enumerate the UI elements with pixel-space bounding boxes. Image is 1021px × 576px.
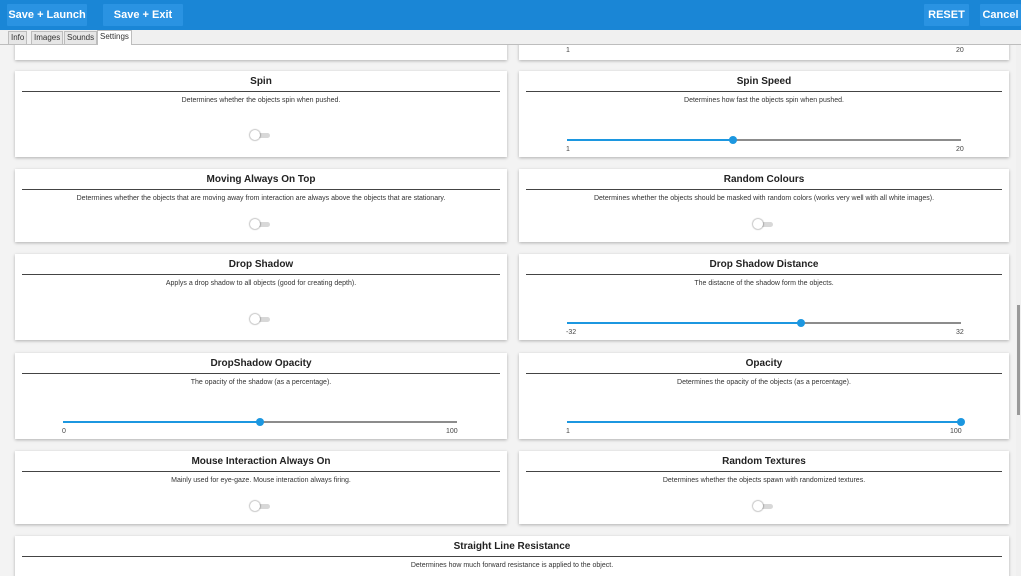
card-description: Determines whether the objects spin when…: [181, 97, 341, 104]
divider: [22, 91, 500, 92]
divider: [526, 91, 1002, 92]
partial-card-right: 1 20: [519, 45, 1009, 60]
slider-max-label: 20: [956, 146, 964, 153]
toggle-knob: [250, 501, 260, 511]
top-toolbar: Save + Launch Save + Exit RESET Cancel: [0, 0, 1021, 30]
drop-shadow-toggle[interactable]: [250, 314, 271, 324]
toggle-knob: [250, 130, 260, 140]
card-spin-speed: Spin Speed Determines how fast the objec…: [519, 71, 1009, 157]
slider-max-label: 20: [956, 47, 964, 54]
slider-thumb[interactable]: [728, 136, 737, 144]
toggle-knob: [753, 219, 763, 229]
slider-fill: [567, 139, 733, 141]
opacity-slider[interactable]: [567, 417, 965, 427]
settings-scroll-area: 1 20 Spin Determines whether the objects…: [0, 45, 1016, 576]
random-colours-toggle[interactable]: [753, 219, 774, 229]
divider: [22, 189, 500, 190]
card-title: Straight Line Resistance: [453, 541, 571, 552]
spin-speed-slider[interactable]: [567, 135, 961, 145]
slider-min-label: -32: [566, 329, 577, 336]
card-title: Opacity: [745, 358, 783, 369]
card-random-colours: Random Colours Determines whether the ob…: [519, 169, 1009, 242]
save-exit-button[interactable]: Save + Exit: [103, 4, 183, 26]
card-spin: Spin Determines whether the objects spin…: [15, 71, 507, 157]
divider: [22, 274, 500, 275]
card-opacity: Opacity Determines the opacity of the ob…: [519, 353, 1009, 439]
slider-max-label: 100: [446, 428, 458, 435]
card-title: Drop Shadow Distance: [709, 259, 819, 270]
toggle-knob: [250, 219, 260, 229]
save-launch-button[interactable]: Save + Launch: [7, 4, 87, 26]
card-moving-always-on-top: Moving Always On Top Determines whether …: [15, 169, 507, 242]
card-description: Mainly used for eye-gaze. Mouse interact…: [171, 477, 351, 484]
card-title: Moving Always On Top: [206, 174, 316, 185]
slider-thumb[interactable]: [256, 418, 264, 426]
card-drop-shadow: Drop Shadow Applys a drop shadow to all …: [15, 254, 507, 340]
card-title: Spin: [250, 76, 272, 87]
slider-fill: [567, 322, 801, 324]
vertical-scrollbar[interactable]: [1016, 45, 1021, 576]
card-title: Random Textures: [722, 456, 806, 467]
cancel-button[interactable]: Cancel: [980, 4, 1021, 26]
card-title: DropShadow Opacity: [210, 358, 312, 369]
divider: [22, 471, 500, 472]
card-description: Applys a drop shadow to all objects (goo…: [165, 280, 357, 287]
card-straight-line-resistance: Straight Line Resistance Determines how …: [15, 536, 1009, 576]
card-description: Determines the opacity of the objects (a…: [677, 379, 851, 386]
spin-toggle[interactable]: [250, 130, 271, 140]
toggle-knob: [250, 314, 260, 324]
divider: [526, 274, 1002, 275]
slider-min-label: 1: [566, 146, 570, 153]
card-title: Mouse Interaction Always On: [191, 456, 331, 467]
card-description: Determines whether the objects should be…: [593, 195, 935, 202]
slider-thumb[interactable]: [796, 319, 805, 327]
mouse-interaction-toggle[interactable]: [250, 501, 271, 511]
card-description: Determines how much forward resistance i…: [410, 562, 614, 569]
slider-min-label: 1: [566, 47, 570, 54]
slider-max-label: 32: [956, 329, 964, 336]
dropshadow-opacity-slider[interactable]: [63, 417, 457, 427]
card-title: Drop Shadow: [228, 259, 294, 270]
slider-max-label: 100: [950, 428, 962, 435]
card-description: Determines whether the objects spawn wit…: [662, 477, 866, 484]
shadow-distance-slider[interactable]: [567, 318, 961, 328]
card-title: Spin Speed: [736, 76, 792, 87]
tab-info[interactable]: Info: [8, 31, 28, 44]
card-random-textures: Random Textures Determines whether the o…: [519, 451, 1009, 524]
divider: [526, 373, 1002, 374]
scrollbar-thumb[interactable]: [1017, 305, 1020, 415]
slider-thumb[interactable]: [957, 418, 965, 426]
random-textures-toggle[interactable]: [753, 501, 774, 511]
card-drop-shadow-distance: Drop Shadow Distance The distacne of the…: [519, 254, 1009, 340]
divider: [22, 556, 1002, 557]
card-mouse-interaction: Mouse Interaction Always On Mainly used …: [15, 451, 507, 524]
toggle-knob: [753, 501, 763, 511]
card-description: The opacity of the shadow (as a percenta…: [190, 379, 332, 386]
tab-bar: Info Images Sounds Settings: [0, 30, 1021, 45]
slider-min-label: 1: [566, 428, 570, 435]
reset-button[interactable]: RESET: [924, 4, 969, 26]
divider: [22, 373, 500, 374]
tab-sounds[interactable]: Sounds: [64, 31, 98, 44]
slider-min-label: 0: [62, 428, 66, 435]
partial-card-left: [15, 45, 507, 60]
card-title: Random Colours: [723, 174, 805, 185]
card-dropshadow-opacity: DropShadow Opacity The opacity of the sh…: [15, 353, 507, 439]
tab-images[interactable]: Images: [31, 31, 64, 44]
slider-fill: [63, 421, 260, 423]
slider-fill: [567, 421, 961, 423]
tab-settings[interactable]: Settings: [97, 30, 132, 45]
divider: [526, 189, 1002, 190]
card-description: Determines whether the objects that are …: [76, 195, 446, 202]
card-description: Determines how fast the objects spin whe…: [684, 97, 844, 104]
moving-on-top-toggle[interactable]: [250, 219, 271, 229]
card-description: The distacne of the shadow form the obje…: [694, 280, 834, 287]
divider: [526, 471, 1002, 472]
